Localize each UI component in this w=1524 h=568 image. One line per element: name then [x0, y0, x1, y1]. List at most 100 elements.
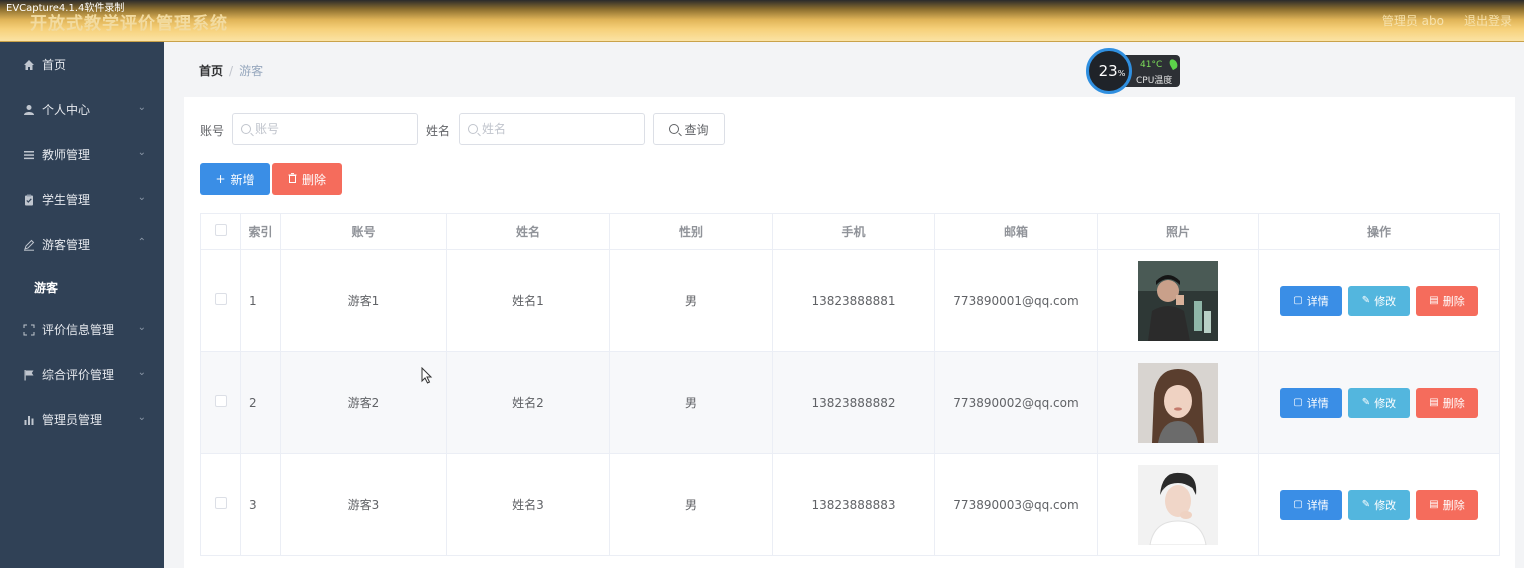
row-name: 姓名3	[446, 453, 610, 556]
trash-icon	[288, 172, 297, 186]
header-name: 姓名	[446, 213, 610, 250]
sidebar-item-evaluations[interactable]: 评价信息管理 ⌄	[0, 307, 164, 352]
sidebar-item-label: 个人中心	[42, 103, 91, 117]
account-search-field[interactable]	[232, 113, 418, 145]
delete-label: 删除	[1442, 498, 1465, 512]
account-input[interactable]	[255, 122, 395, 136]
name-search-field[interactable]	[459, 113, 645, 145]
sidebar-item-visitors[interactable]: 游客管理 ⌃	[0, 222, 164, 267]
sidebar-subitem-visitor[interactable]: 游客	[0, 267, 164, 307]
delete-label: 删除	[1442, 294, 1465, 308]
add-button[interactable]: + 新增	[200, 163, 270, 195]
admin-label: 管理员 abo	[1381, 14, 1444, 28]
sidebar-item-students[interactable]: 学生管理 ⌄	[0, 177, 164, 222]
edit-button[interactable]: ✎ 修改	[1348, 489, 1410, 520]
sidebar-item-label: 综合评价管理	[42, 368, 115, 382]
row-photo-cell	[1097, 351, 1259, 454]
sidebar-item-label: 管理员管理	[42, 413, 103, 427]
row-email: 773890002@qq.com	[934, 351, 1098, 454]
row-name: 姓名2	[446, 351, 610, 454]
detail-button[interactable]: ▢ 详情	[1280, 387, 1342, 418]
list-icon	[22, 148, 36, 162]
row-email: 773890001@qq.com	[934, 249, 1098, 352]
header-actions: 操作	[1258, 213, 1500, 250]
cpu-temp: 41°C	[1140, 60, 1163, 70]
batch-delete-label: 删除	[301, 172, 326, 187]
table-row: 3 游客3 姓名3 男 13823888883 773890003@qq.com	[200, 453, 1500, 556]
sidebar-item-overall-evaluations[interactable]: 综合评价管理 ⌄	[0, 352, 164, 397]
batch-delete-button[interactable]: 删除	[272, 163, 342, 195]
trash-icon: ▤	[1429, 295, 1439, 306]
chevron-down-icon: ⌄	[137, 102, 146, 113]
search-icon	[669, 124, 680, 134]
edit-label: 修改	[1374, 396, 1397, 410]
visitor-table: 索引 账号 姓名 性别 手机 邮箱 照片 操作 1 游客1 姓名1 男 1382…	[200, 213, 1500, 556]
flag-icon	[22, 368, 36, 382]
row-select-cell[interactable]	[200, 351, 241, 454]
document-icon: ▢	[1293, 499, 1303, 510]
detail-button[interactable]: ▢ 详情	[1280, 489, 1342, 520]
edit-button[interactable]: ✎ 修改	[1348, 387, 1410, 418]
row-index: 3	[240, 453, 281, 556]
home-icon	[22, 58, 36, 72]
detail-button[interactable]: ▢ 详情	[1280, 285, 1342, 316]
sidebar-item-label: 首页	[42, 58, 67, 72]
clipboard-icon	[22, 193, 36, 207]
delete-button[interactable]: ▤ 删除	[1416, 285, 1478, 316]
mouse-cursor-icon	[421, 367, 433, 384]
row-checkbox[interactable]	[214, 395, 227, 407]
query-button[interactable]: 查询	[653, 113, 725, 145]
row-checkbox[interactable]	[214, 293, 227, 305]
sidebar: 首页 个人中心 ⌄ 教师管理 ⌄ 学生管理 ⌄ 游客管理 ⌃ 游客 评价信息管理…	[0, 42, 164, 568]
detail-label: 详情	[1306, 498, 1329, 512]
header-gender: 性别	[609, 213, 773, 250]
visitor-photo	[1138, 464, 1218, 545]
row-phone: 13823888881	[772, 249, 935, 352]
row-checkbox[interactable]	[214, 497, 227, 509]
user-icon	[22, 103, 36, 117]
row-phone: 13823888883	[772, 453, 935, 556]
row-email: 773890003@qq.com	[934, 453, 1098, 556]
document-icon: ▢	[1293, 295, 1303, 306]
sidebar-item-home[interactable]: 首页	[0, 42, 164, 87]
row-index: 2	[240, 351, 281, 454]
row-photo-cell	[1097, 249, 1259, 352]
row-select-cell[interactable]	[200, 453, 241, 556]
sidebar-item-profile[interactable]: 个人中心 ⌄	[0, 87, 164, 132]
search-icon	[468, 124, 478, 134]
name-input[interactable]	[482, 122, 622, 136]
sidebar-item-teachers[interactable]: 教师管理 ⌄	[0, 132, 164, 177]
row-actions: ▢ 详情 ✎ 修改 ▤ 删除	[1258, 249, 1500, 352]
cpu-gauge: 23%	[1086, 48, 1132, 94]
pencil-icon: ✎	[1361, 295, 1371, 306]
chevron-down-icon: ⌄	[137, 367, 146, 378]
delete-button[interactable]: ▤ 删除	[1416, 387, 1478, 418]
edit-icon	[22, 238, 36, 252]
cpu-percent: 23%	[1089, 62, 1135, 80]
row-index: 1	[240, 249, 281, 352]
visitor-photo	[1138, 362, 1218, 443]
row-gender: 男	[609, 249, 773, 352]
sidebar-item-label: 游客管理	[42, 238, 91, 252]
plus-icon: +	[215, 172, 226, 186]
row-select-cell[interactable]	[200, 249, 241, 352]
query-label: 查询	[684, 122, 709, 137]
edit-label: 修改	[1374, 498, 1397, 512]
account-label: 账号	[200, 124, 225, 138]
header-phone: 手机	[772, 213, 935, 250]
breadcrumb-home[interactable]: 首页	[199, 64, 223, 78]
fullscreen-icon	[22, 323, 36, 337]
select-all-checkbox[interactable]	[214, 224, 227, 236]
pencil-icon: ✎	[1361, 397, 1371, 408]
delete-button[interactable]: ▤ 删除	[1416, 489, 1478, 520]
row-gender: 男	[609, 351, 773, 454]
logout-link[interactable]: 退出登录	[1464, 12, 1512, 29]
header-select-all[interactable]	[200, 213, 241, 250]
bar-chart-icon	[22, 413, 36, 427]
table-row: 2 游客2 姓名2 男 13823888882 773890002@qq.com	[200, 351, 1500, 454]
cpu-percent-value: 23	[1098, 62, 1118, 80]
sidebar-item-admins[interactable]: 管理员管理 ⌄	[0, 397, 164, 442]
edit-button[interactable]: ✎ 修改	[1348, 285, 1410, 316]
edit-label: 修改	[1374, 294, 1397, 308]
row-photo-cell	[1097, 453, 1259, 556]
